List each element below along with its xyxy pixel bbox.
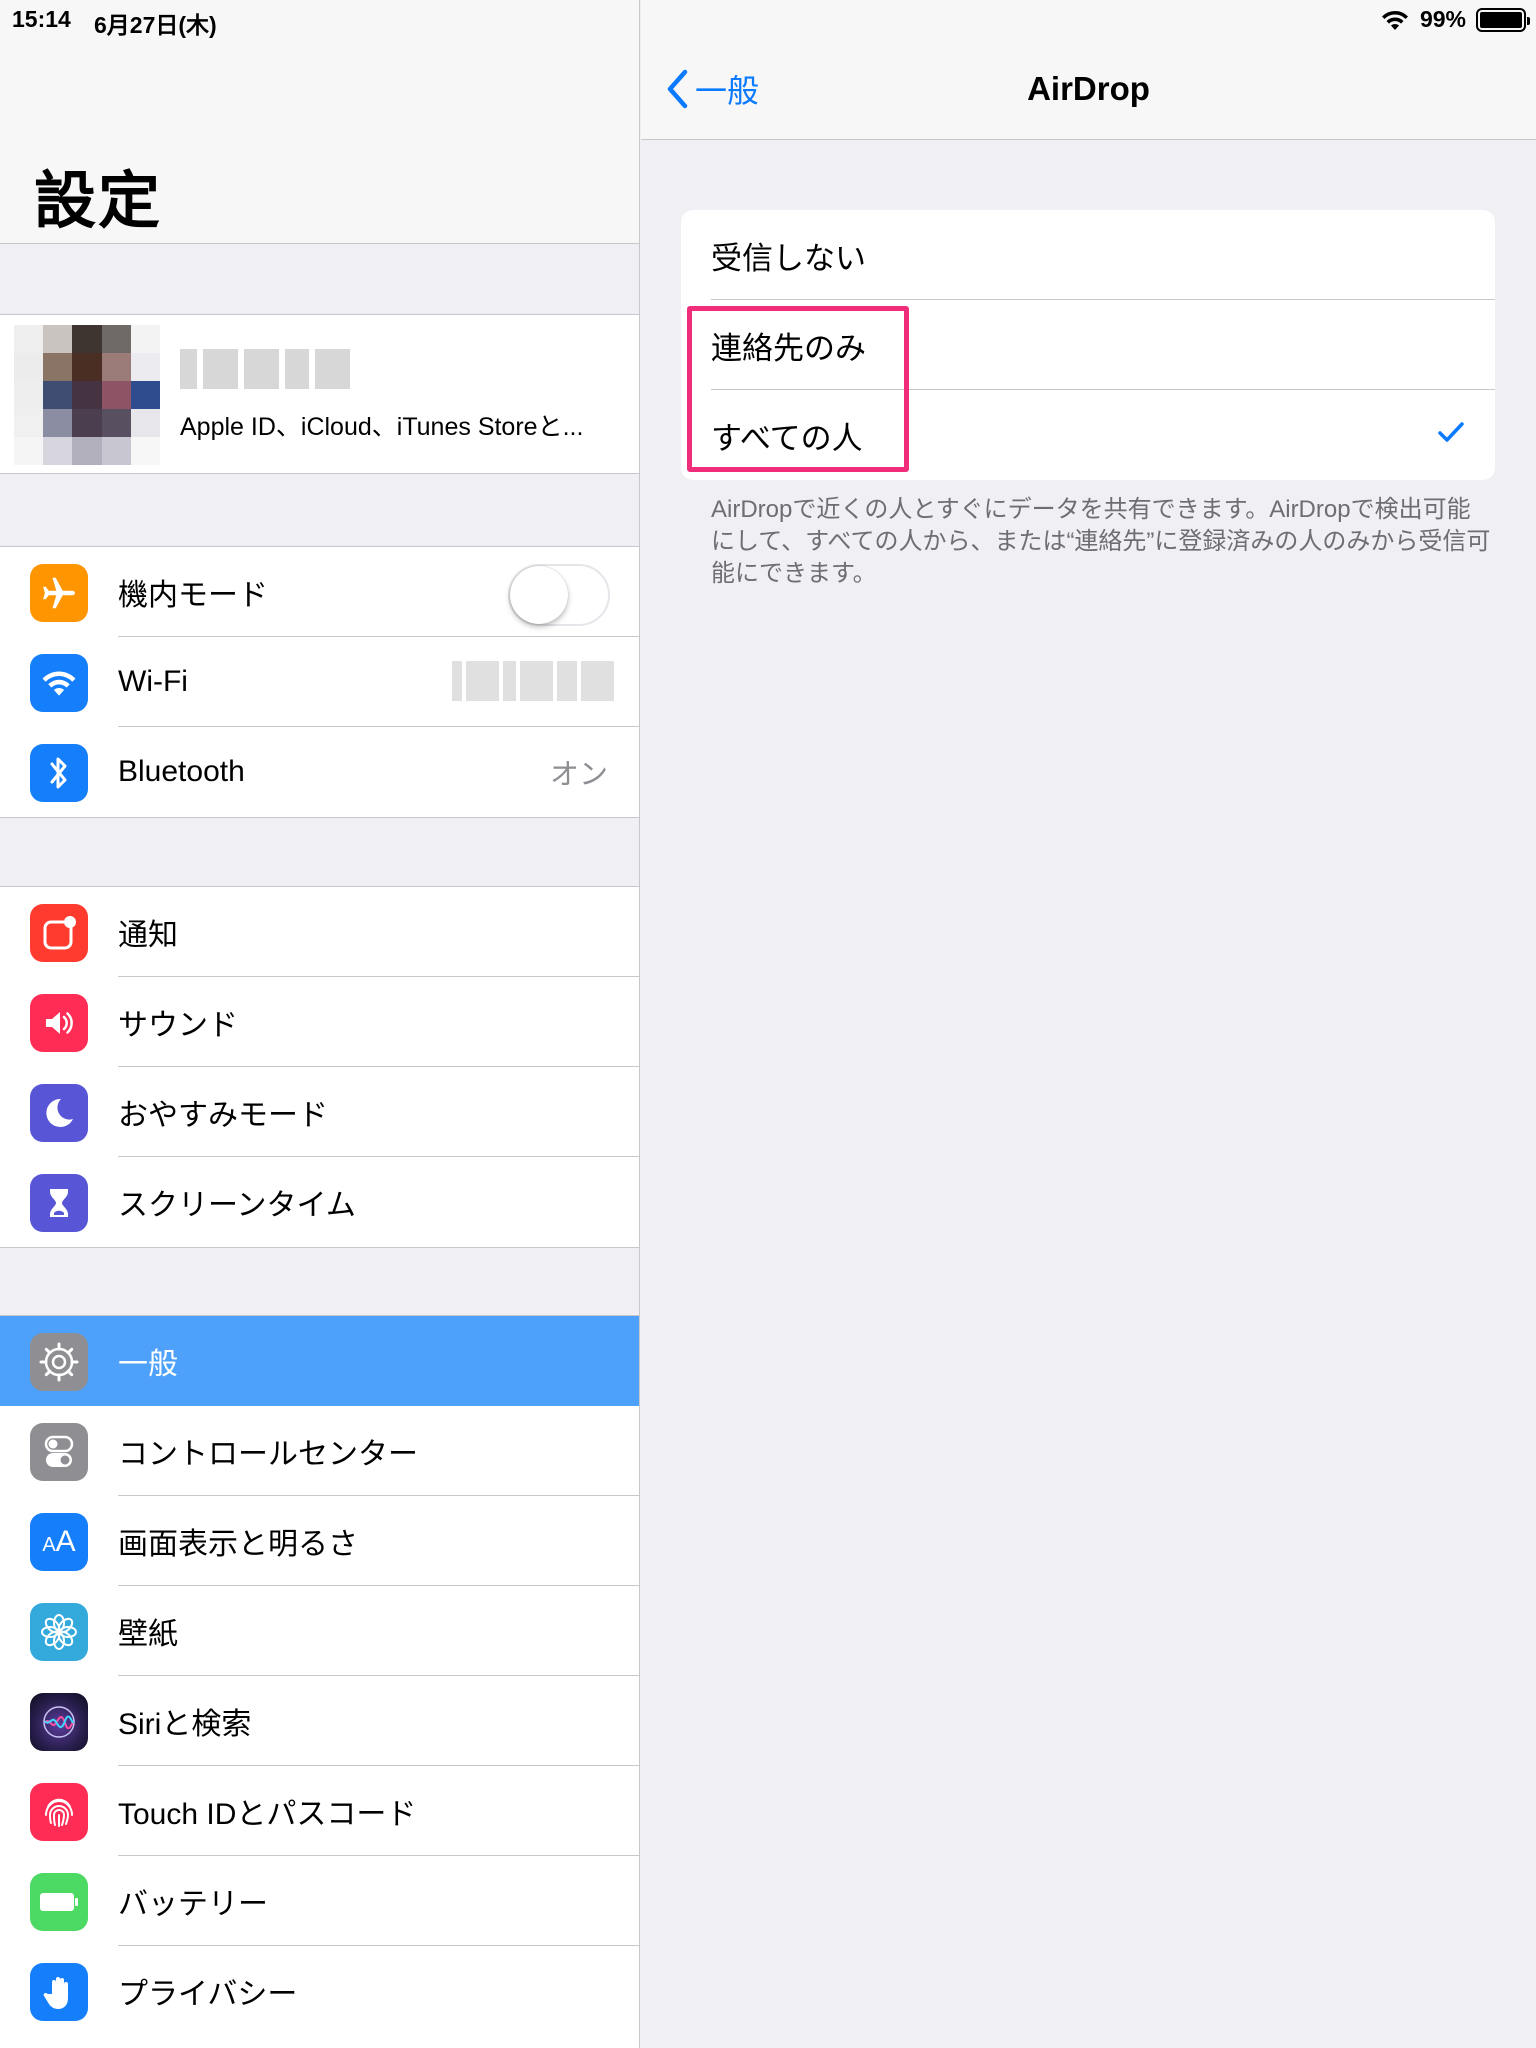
- switches-icon: [30, 1423, 88, 1481]
- sidebar-item-label: サウンド: [118, 1009, 238, 1042]
- settings-sidebar: 設定 Apple ID、iCloud、iTunes Storeと... 機内モー…: [0, 0, 640, 2048]
- option-label: 受信しない: [711, 240, 866, 276]
- status-right: 99%: [1380, 6, 1530, 33]
- nav-title: AirDrop: [1027, 70, 1150, 107]
- option-label: すべての人: [711, 420, 863, 456]
- apple-id-profile-row[interactable]: Apple ID、iCloud、iTunes Storeと...: [0, 314, 639, 474]
- sidebar-item-label: コントロールセンター: [118, 1438, 418, 1471]
- option-label: 連絡先のみ: [711, 330, 866, 366]
- hand-icon: [30, 1963, 88, 2021]
- profile-name-redacted: [180, 349, 350, 389]
- sidebar-item-label: Bluetooth: [118, 755, 245, 788]
- hourglass-icon: [30, 1174, 88, 1232]
- sidebar-item-touch-id[interactable]: Touch IDとパスコード: [0, 1766, 639, 1856]
- option-everyone[interactable]: すべての人: [681, 390, 1495, 480]
- sidebar-item-notifications[interactable]: 通知: [0, 887, 639, 977]
- sidebar-item-label: Siriと検索: [118, 1708, 252, 1741]
- status-bar: 15:14 6月27日(木) 99%: [0, 0, 1536, 40]
- airdrop-options-list: 受信しない 連絡先のみ すべての人: [681, 210, 1495, 480]
- sidebar-item-control-center[interactable]: コントロールセンター: [0, 1406, 639, 1496]
- airplane-icon: [30, 564, 88, 622]
- airdrop-detail-pane: 一般 AirDrop 受信しない 連絡先のみ すべての人 AirDropで近くの…: [641, 0, 1536, 2048]
- wifi-icon: [30, 654, 88, 712]
- sidebar-item-label: スクリーンタイム: [118, 1189, 356, 1222]
- page-title: 設定: [34, 167, 163, 236]
- general-group: 一般 コントロールセンター AA 画面表示と明るさ 壁紙 Siriと検索 Tou…: [0, 1315, 639, 2048]
- avatar: [14, 325, 160, 465]
- sidebar-item-label: 一般: [118, 1348, 178, 1381]
- sidebar-item-screen-time[interactable]: スクリーンタイム: [0, 1157, 639, 1247]
- option-contacts-only[interactable]: 連絡先のみ: [681, 300, 1495, 390]
- status-time: 15:14: [12, 6, 71, 32]
- option-receiving-off[interactable]: 受信しない: [681, 210, 1495, 300]
- sidebar-item-siri-search[interactable]: Siriと検索: [0, 1676, 639, 1766]
- speaker-icon: [30, 994, 88, 1052]
- text-size-icon: AA: [30, 1513, 88, 1571]
- sidebar-item-do-not-disturb[interactable]: おやすみモード: [0, 1067, 639, 1157]
- bluetooth-icon: [30, 744, 88, 802]
- moon-icon: [30, 1084, 88, 1142]
- notifications-icon: [30, 904, 88, 962]
- sidebar-item-bluetooth[interactable]: Bluetooth オン: [0, 727, 639, 817]
- gear-icon: [30, 1333, 88, 1391]
- sidebar-item-label: Touch IDとパスコード: [118, 1798, 417, 1831]
- sidebar-item-label: 機内モード: [118, 579, 268, 612]
- sidebar-item-wallpaper[interactable]: 壁紙: [0, 1586, 639, 1676]
- bluetooth-status-value: オン: [549, 759, 608, 791]
- battery-icon: [30, 1873, 88, 1931]
- sidebar-item-general[interactable]: 一般: [0, 1316, 639, 1406]
- sidebar-item-label: 壁紙: [118, 1618, 178, 1651]
- flower-icon: [30, 1603, 88, 1661]
- connectivity-group: 機内モード Wi-Fi Bluetooth オン: [0, 546, 639, 818]
- sidebar-item-label: 通知: [118, 919, 178, 952]
- sidebar-item-display-brightness[interactable]: AA 画面表示と明るさ: [0, 1496, 639, 1586]
- sidebar-item-label: プライバシー: [118, 1978, 298, 2011]
- sidebar-item-sounds[interactable]: サウンド: [0, 977, 639, 1067]
- siri-icon: [30, 1693, 88, 1751]
- battery-percent: 99%: [1419, 6, 1466, 32]
- status-date: 6月27日(木): [94, 12, 217, 38]
- sidebar-item-wifi[interactable]: Wi-Fi: [0, 637, 639, 727]
- sidebar-item-label: バッテリー: [118, 1888, 268, 1921]
- sidebar-item-privacy[interactable]: プライバシー: [0, 1946, 639, 2036]
- sidebar-item-airplane-mode[interactable]: 機内モード: [0, 547, 639, 637]
- checkmark-icon: [1438, 422, 1464, 442]
- profile-subtitle: Apple ID、iCloud、iTunes Storeと...: [180, 413, 584, 441]
- wifi-status-icon: [1381, 10, 1408, 30]
- sidebar-item-battery[interactable]: バッテリー: [0, 1856, 639, 1946]
- wifi-network-redacted: [452, 661, 614, 701]
- sidebar-item-label: おやすみモード: [118, 1099, 328, 1132]
- airdrop-footnote: AirDropで近くの人とすぐにデータを共有できます。AirDropで検出可能に…: [711, 496, 1491, 587]
- sidebar-item-label: Wi-Fi: [118, 665, 188, 698]
- battery-status-icon: [1476, 7, 1530, 32]
- airplane-mode-toggle[interactable]: [508, 564, 610, 626]
- notifications-group: 通知 サウンド おやすみモード スクリーンタイム: [0, 886, 639, 1248]
- fingerprint-icon: [30, 1783, 88, 1841]
- sidebar-item-label: 画面表示と明るさ: [118, 1528, 358, 1561]
